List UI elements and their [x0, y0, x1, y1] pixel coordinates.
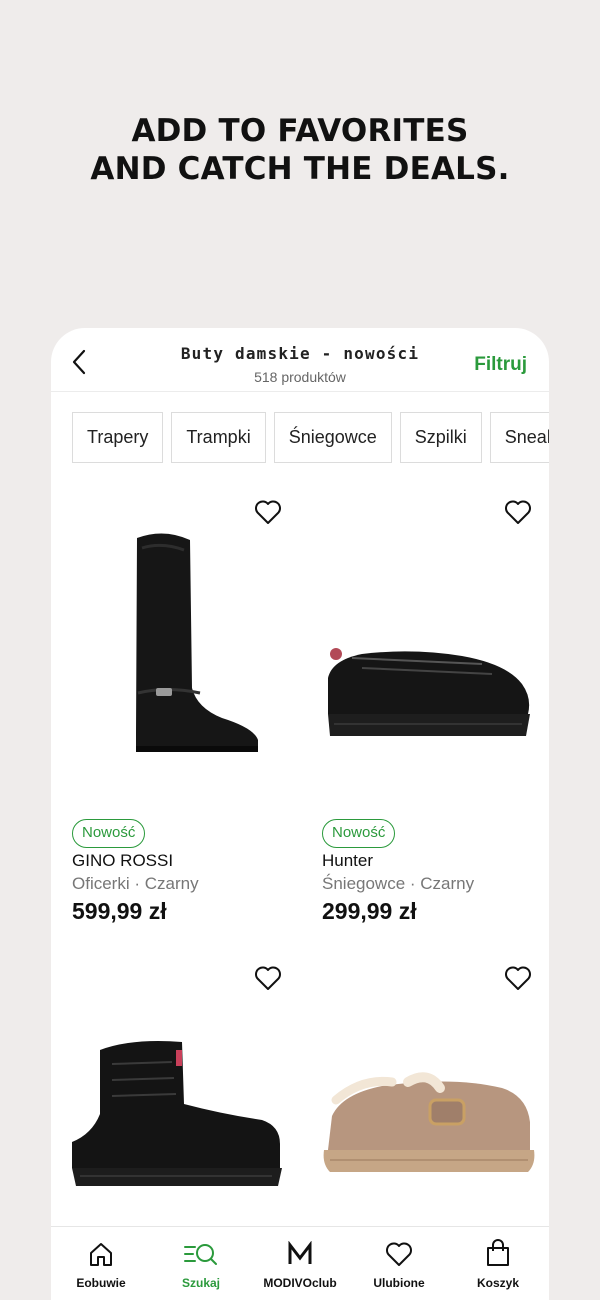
product-brand: Hunter — [322, 851, 374, 870]
nav-label: MODIVOclub — [263, 1276, 337, 1290]
chip-trampki[interactable]: Trampki — [171, 412, 266, 463]
nav-item-szukaj[interactable]: Szukaj — [151, 1227, 251, 1299]
heart-icon — [505, 966, 531, 990]
nav-item-ulubione[interactable]: Ulubione — [349, 1227, 449, 1299]
nav-label: Eobuwie — [76, 1276, 126, 1290]
product-image-black-quilted-snow-shoe[interactable] — [322, 488, 549, 818]
product-price: 299,99 zł — [322, 898, 417, 924]
product-image-black-lace-up-snow-boot[interactable] — [72, 954, 310, 1226]
nav-item-modivoclub[interactable]: MODIVOclub — [250, 1227, 350, 1299]
top-bar: Buty damskie - nowości 518 produktów Fil… — [51, 328, 549, 392]
new-badge: Nowość — [322, 819, 396, 848]
filter-button[interactable]: Filtruj — [474, 354, 527, 376]
product-card-3[interactable] — [72, 954, 310, 1226]
chip-sneakersy[interactable]: Sneakersy — [489, 412, 549, 463]
chip-szpilki[interactable]: Szpilki — [399, 412, 482, 463]
favorite-button[interactable] — [502, 962, 534, 994]
nav-item-eobuwie[interactable]: Eobuwie — [51, 1227, 151, 1299]
nav-label: Ulubione — [373, 1276, 425, 1290]
promo-headline: ADD TO FAVORITES AND CATCH THE DEALS. — [0, 112, 600, 188]
bag-icon — [487, 1239, 509, 1266]
promo-line-1: ADD TO FAVORITES — [131, 113, 469, 149]
phone-screen: Buty damskie - nowości 518 produktów Fil… — [51, 328, 549, 1300]
product-meta: Śniegowce · Czarny — [322, 874, 475, 893]
heart-icon — [255, 966, 281, 990]
product-card-1[interactable]: Nowość GINO ROSSI Oficerki · Czarny 599,… — [72, 488, 310, 928]
modivo-m-icon — [288, 1241, 312, 1264]
chip-trapery[interactable]: Trapery — [72, 412, 164, 463]
product-meta: Oficerki · Czarny — [72, 874, 199, 893]
heart-icon — [505, 500, 531, 524]
bottom-navigation: Eobuwie Szukaj MODIVOclub Ulubione Koszy… — [51, 1226, 549, 1300]
product-price: 599,99 zł — [72, 898, 167, 924]
nav-item-koszyk[interactable]: Koszyk — [448, 1227, 548, 1299]
promo-line-2: AND CATCH THE DEALS. — [90, 151, 510, 187]
home-icon — [90, 1243, 112, 1266]
product-brand: GINO ROSSI — [72, 851, 174, 870]
nav-label: Koszyk — [476, 1276, 520, 1290]
category-chips: TraperyTrampkiŚniegowceSzpilkiSneakersy — [72, 412, 549, 464]
search-filter-icon — [184, 1244, 217, 1265]
new-badge: Nowość — [72, 819, 146, 848]
product-card-4[interactable] — [322, 954, 549, 1226]
heart-icon — [386, 1242, 412, 1266]
product-image-beige-shearling-clog[interactable] — [322, 954, 549, 1226]
favorite-button[interactable] — [502, 496, 534, 528]
product-card-2[interactable]: Nowość Hunter Śniegowce · Czarny 299,99 … — [322, 488, 549, 928]
favorite-button[interactable] — [252, 496, 284, 528]
nav-label: Szukaj — [181, 1276, 220, 1290]
favorite-button[interactable] — [252, 962, 284, 994]
heart-icon — [255, 500, 281, 524]
chip-sniegowce[interactable]: Śniegowce — [273, 412, 392, 463]
product-image-black-knee-high-boot[interactable] — [72, 488, 310, 818]
